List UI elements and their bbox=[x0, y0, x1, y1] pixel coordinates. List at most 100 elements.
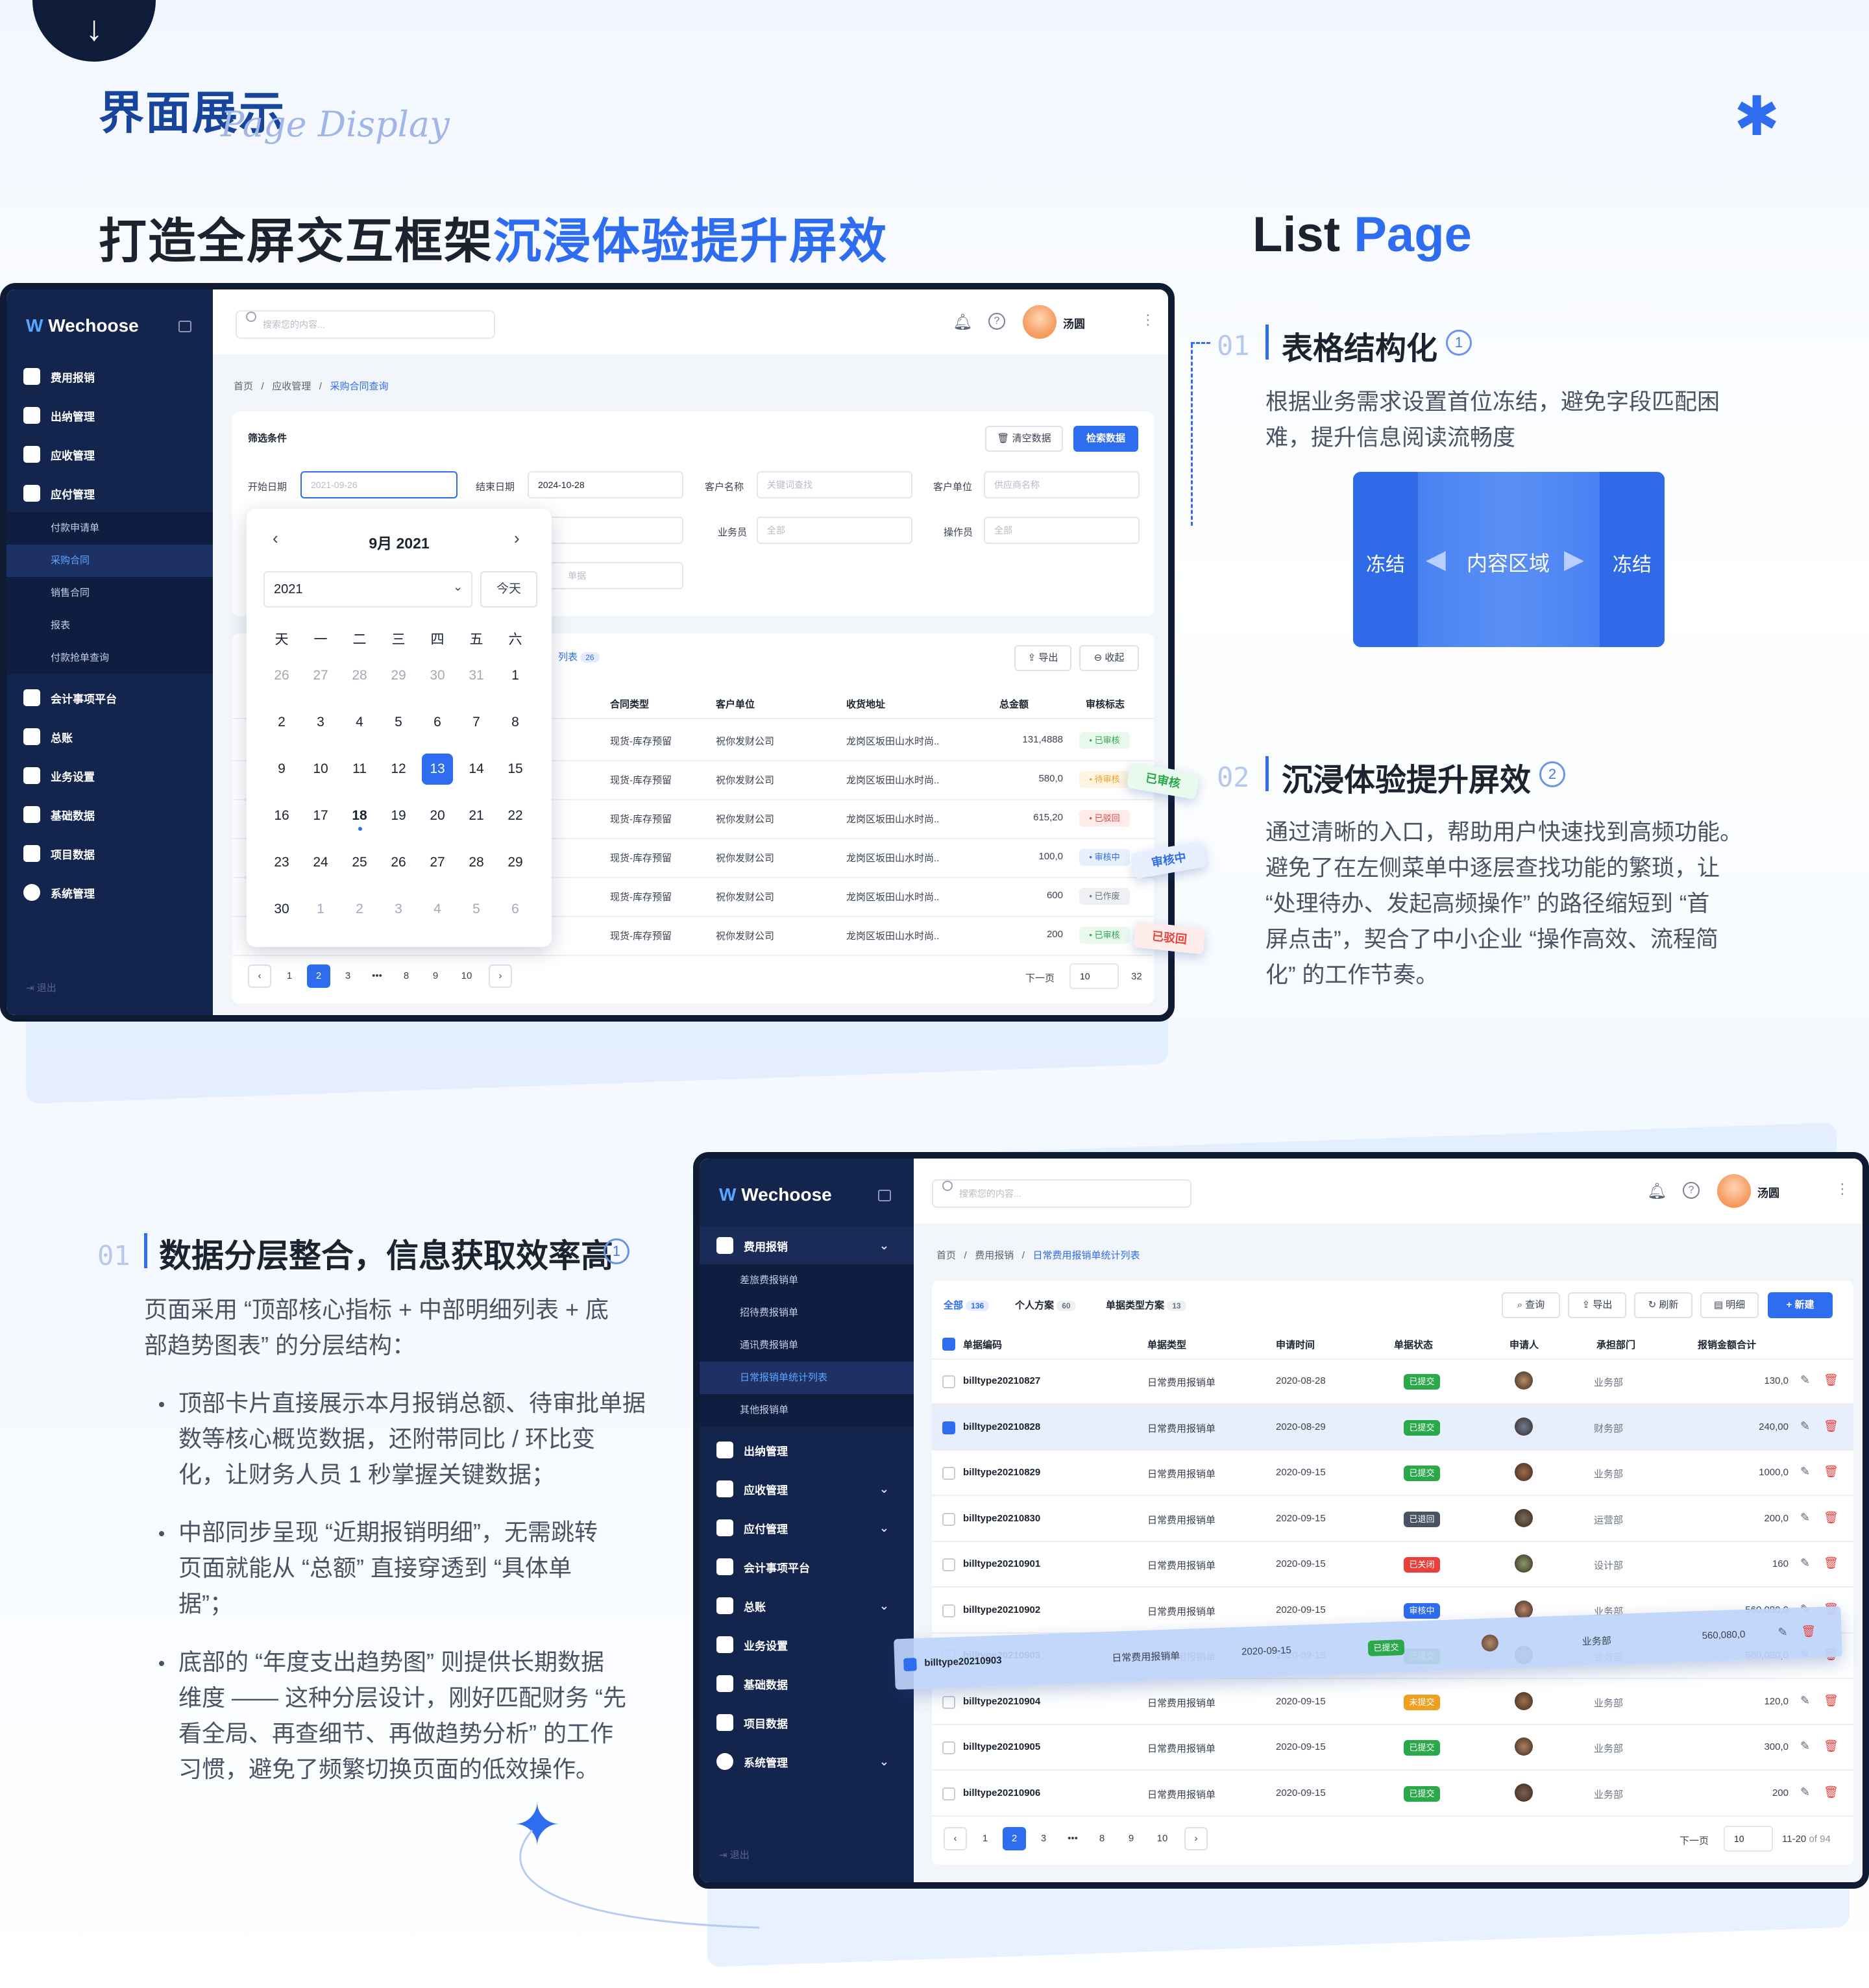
menu-item[interactable]: 系统管理 ⌄ bbox=[700, 1743, 914, 1780]
prev-page-button[interactable]: ‹ bbox=[944, 1827, 967, 1850]
end-date-input[interactable]: 2024-10-28 bbox=[528, 471, 683, 498]
calendar-day[interactable]: 1 bbox=[305, 894, 336, 925]
menu-item[interactable]: 会计事项平台 bbox=[700, 1548, 914, 1586]
row-checkbox[interactable] bbox=[942, 1467, 955, 1480]
calendar-day[interactable]: 17 bbox=[305, 800, 336, 831]
detail-button[interactable]: ▤ 明细 bbox=[1700, 1292, 1759, 1318]
calendar-day[interactable]: 29 bbox=[500, 847, 531, 878]
page-8[interactable]: 8 bbox=[1090, 1827, 1114, 1850]
calendar-day[interactable]: 21 bbox=[461, 800, 492, 831]
calendar-day[interactable]: 23 bbox=[266, 847, 297, 878]
menu-item[interactable]: 项目数据 bbox=[700, 1704, 914, 1741]
calendar-day[interactable]: 30 bbox=[422, 660, 453, 691]
submenu-item-active[interactable]: 日常报销单统计列表 bbox=[700, 1362, 914, 1394]
year-select[interactable]: 2021 bbox=[263, 571, 472, 607]
menu-item[interactable]: 应付管理 ⌄ bbox=[6, 474, 95, 512]
calendar-day[interactable]: 24 bbox=[305, 847, 336, 878]
page-ellipsis[interactable]: ••• bbox=[365, 964, 389, 988]
edit-icon[interactable]: ✎ bbox=[1800, 1373, 1810, 1387]
menu-item[interactable]: 费用报销 ⌄ bbox=[6, 358, 95, 395]
logout-button[interactable]: ⇥ 退出 bbox=[26, 981, 56, 994]
sales-select[interactable]: 全部 bbox=[757, 517, 912, 544]
menu-item[interactable]: 业务设置 bbox=[6, 757, 95, 794]
col-amount-total[interactable]: 报销金额合计 bbox=[1698, 1338, 1756, 1351]
row-checkbox[interactable] bbox=[942, 1695, 955, 1709]
calendar-day[interactable]: 22 bbox=[500, 800, 531, 831]
col-bill-status[interactable]: 单据状态 bbox=[1394, 1338, 1433, 1351]
menu-item[interactable]: 费用报销 ⌄ bbox=[700, 1227, 914, 1264]
calendar-day[interactable]: 28 bbox=[344, 660, 375, 691]
cell-bill-code[interactable]: billtype20210830 bbox=[963, 1513, 1040, 1524]
next-page-label[interactable]: 下一页 bbox=[1680, 1834, 1709, 1847]
edit-icon[interactable]: ✎ bbox=[1800, 1556, 1810, 1570]
page-size-select[interactable]: 10 bbox=[1724, 1826, 1773, 1852]
submenu-item[interactable]: 差旅费报销单 bbox=[700, 1264, 798, 1297]
menu-item[interactable]: 系统管理 ⌄ bbox=[6, 874, 95, 911]
calendar-day[interactable]: 29 bbox=[383, 660, 414, 691]
avatar[interactable] bbox=[1717, 1174, 1751, 1208]
list-tab[interactable]: 列表 26 bbox=[558, 650, 600, 663]
col-amount[interactable]: 总金额 bbox=[999, 697, 1029, 711]
menu-item[interactable]: 总账 ⌄ bbox=[700, 1587, 914, 1625]
tab-personal[interactable]: 个人方案 60 bbox=[1015, 1298, 1076, 1312]
cell-bill-code[interactable]: billtype20210828 bbox=[963, 1421, 1040, 1432]
calendar-day[interactable]: 26 bbox=[383, 847, 414, 878]
export-button[interactable]: ⇪ 导出 bbox=[1568, 1292, 1626, 1318]
calendar-day[interactable]: 5 bbox=[461, 894, 492, 925]
bell-icon[interactable]: 🔔︎ bbox=[953, 313, 972, 332]
submenu-item[interactable]: 销售合同 bbox=[6, 577, 90, 609]
row-checkbox[interactable] bbox=[903, 1658, 917, 1671]
collapse-button[interactable]: ⊖ 收起 bbox=[1079, 645, 1139, 671]
delete-icon[interactable]: 🗑︎ bbox=[1824, 1556, 1838, 1570]
row-checkbox[interactable] bbox=[942, 1512, 955, 1526]
cell-bill-code[interactable]: billtype20210829 bbox=[963, 1467, 1040, 1478]
next-page-arrow[interactable]: › bbox=[489, 964, 512, 988]
today-button[interactable]: 今天 bbox=[480, 571, 537, 607]
start-date-input[interactable]: 2021-09-26 bbox=[300, 471, 458, 498]
calendar-day[interactable]: 19 bbox=[383, 800, 414, 831]
search-input[interactable]: 搜索您的内容... bbox=[932, 1179, 1191, 1208]
export-button[interactable]: ⇪ 导出 bbox=[1014, 645, 1071, 671]
delete-icon[interactable]: 🗑︎ bbox=[1824, 1465, 1838, 1479]
delete-icon[interactable]: 🗑︎ bbox=[1824, 1694, 1838, 1708]
unit-select[interactable]: 供应商名称 bbox=[984, 471, 1140, 498]
query-button[interactable]: ⌕ 查询 bbox=[1502, 1292, 1560, 1318]
delete-icon[interactable]: 🗑︎ bbox=[1824, 1739, 1838, 1753]
submenu-item-active[interactable]: 采购合同 bbox=[6, 545, 213, 577]
calendar-day[interactable]: 6 bbox=[500, 894, 531, 925]
submenu-item[interactable]: 招待费报销单 bbox=[700, 1297, 798, 1329]
calendar-day[interactable]: 10 bbox=[305, 754, 336, 785]
calendar-day[interactable]: 2 bbox=[344, 894, 375, 925]
calendar-day[interactable]: 27 bbox=[422, 847, 453, 878]
delete-icon[interactable]: 🗑︎ bbox=[1824, 1419, 1838, 1433]
col-bill-type[interactable]: 单据类型 bbox=[1147, 1338, 1186, 1351]
row-checkbox[interactable] bbox=[942, 1787, 955, 1800]
page-10[interactable]: 10 bbox=[1149, 1827, 1176, 1850]
menu-item[interactable]: 出纳管理 bbox=[700, 1431, 914, 1469]
calendar-day[interactable]: 15 bbox=[500, 754, 531, 785]
menu-item[interactable]: 基础数据 bbox=[6, 796, 95, 833]
page-3[interactable]: 3 bbox=[1032, 1827, 1055, 1850]
tab-bill-type[interactable]: 单据类型方案 13 bbox=[1106, 1298, 1186, 1312]
page-8[interactable]: 8 bbox=[395, 964, 418, 988]
page-9[interactable]: 9 bbox=[1119, 1827, 1143, 1850]
next-page-arrow[interactable]: › bbox=[1184, 1827, 1208, 1850]
page-9[interactable]: 9 bbox=[424, 964, 447, 988]
new-button[interactable]: + 新建 bbox=[1768, 1292, 1833, 1318]
delete-icon[interactable]: 🗑︎ bbox=[1824, 1511, 1838, 1525]
edit-icon[interactable]: ✎ bbox=[1800, 1786, 1810, 1799]
row-checkbox[interactable] bbox=[942, 1741, 955, 1754]
tab-all[interactable]: 全部 136 bbox=[944, 1298, 990, 1312]
collapse-sidebar-icon[interactable] bbox=[878, 1190, 891, 1201]
calendar-day[interactable]: 14 bbox=[461, 754, 492, 785]
row-checkbox[interactable] bbox=[942, 1558, 955, 1571]
edit-icon[interactable]: ✎ bbox=[1800, 1511, 1810, 1525]
calendar-day[interactable]: 13 bbox=[422, 754, 453, 785]
clear-button[interactable]: 🗑︎ 清空数据 bbox=[985, 426, 1063, 452]
menu-item[interactable]: 会计事项平台 bbox=[6, 679, 117, 717]
edit-icon[interactable]: ✎ bbox=[1800, 1465, 1810, 1479]
search-input[interactable]: 搜索您的内容... bbox=[236, 310, 495, 339]
edit-icon[interactable]: ✎ bbox=[1800, 1739, 1810, 1753]
bell-icon[interactable]: 🔔︎ bbox=[1647, 1182, 1667, 1201]
more-icon[interactable]: ⋮ bbox=[1141, 312, 1155, 328]
